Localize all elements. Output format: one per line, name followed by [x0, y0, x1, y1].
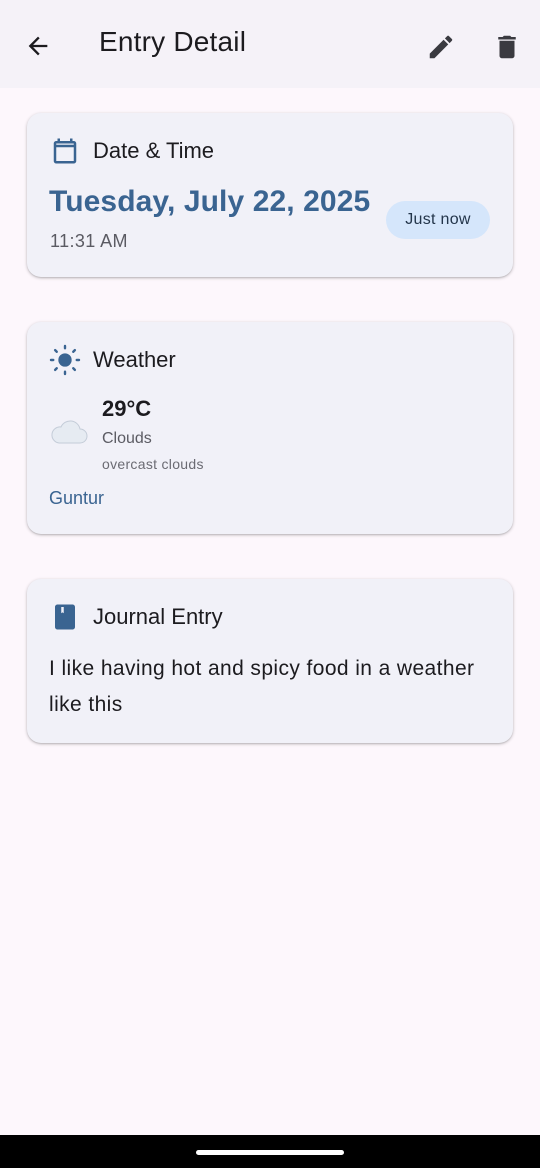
pencil-icon: [429, 35, 453, 59]
entry-time: 11:31 AM: [50, 231, 128, 251]
sun-icon: [49, 344, 81, 376]
cloud-icon: [51, 420, 88, 444]
weather-card-header: Weather: [49, 344, 176, 376]
weather-condition: Clouds: [102, 430, 152, 447]
journal-card-title: Journal Entry: [93, 604, 223, 629]
entry-date: Tuesday, July 22, 2025: [49, 185, 371, 218]
journal-card-header: Journal Entry: [49, 601, 223, 633]
trash-icon: [498, 35, 516, 59]
arrow-back-icon: [28, 36, 48, 56]
weather-location: Guntur: [49, 488, 105, 508]
edit-button[interactable]: [424, 30, 458, 64]
home-gesture-handle[interactable]: [196, 1150, 344, 1155]
date-time-card-header: Date & Time: [49, 135, 214, 167]
top-app-bar: Entry Detail: [0, 0, 540, 88]
date-time-card: Date & Time Tuesday, July 22, 2025 11:31…: [27, 113, 513, 277]
weather-card: Weather 29°C Clouds overcast clouds Gunt…: [27, 322, 513, 534]
calendar-icon: [53, 138, 77, 164]
delete-button[interactable]: [490, 30, 524, 64]
weather-card-title: Weather: [93, 347, 176, 372]
temperature: 29°C: [102, 396, 152, 421]
book-icon: [55, 604, 75, 630]
app-screen: Entry Detail Date & Time Tuesday, July 2…: [0, 0, 540, 1168]
back-button[interactable]: [22, 30, 54, 62]
journal-entry-card: Journal Entry I like having hot and spic…: [27, 579, 513, 743]
relative-time-badge: Just now: [386, 201, 490, 239]
weather-description: overcast clouds: [102, 456, 204, 472]
journal-text: I like having hot and spicy food in a we…: [49, 657, 475, 716]
system-navigation-bar: [0, 1135, 540, 1168]
page-title: Entry Detail: [99, 26, 247, 57]
date-time-card-title: Date & Time: [93, 138, 215, 163]
